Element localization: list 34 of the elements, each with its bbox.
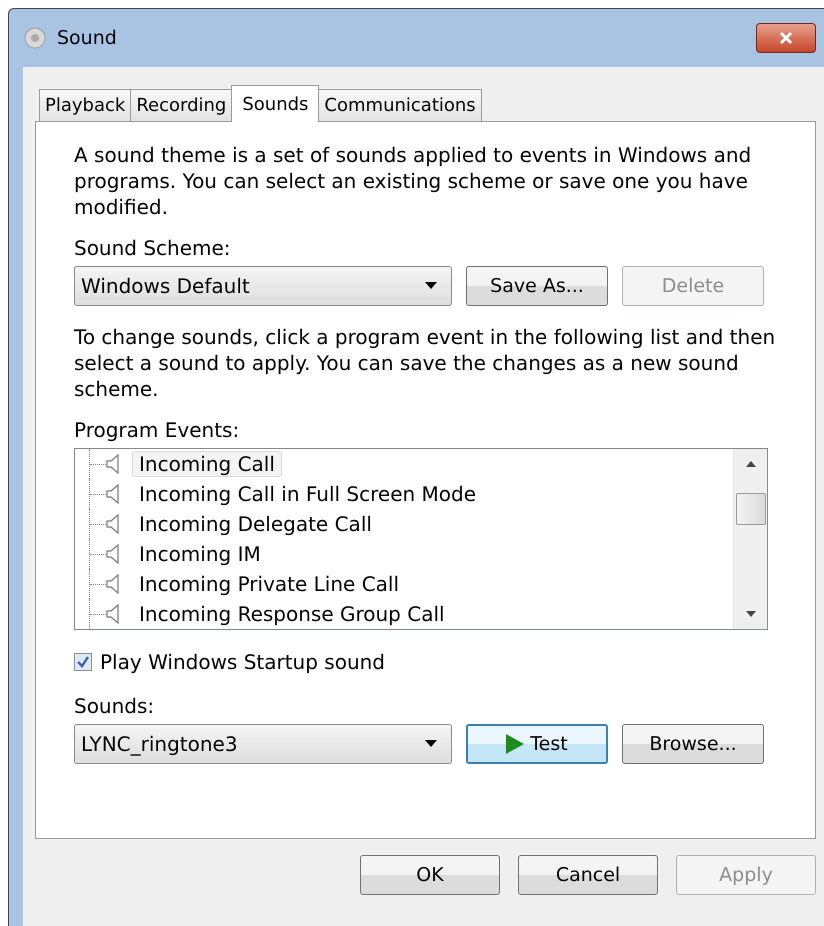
event-item[interactable]: Incoming Private Line Call [132,571,406,597]
test-button[interactable]: Test [466,724,608,764]
sounds-label: Sounds: [74,694,156,720]
checkbox-label: Play Windows Startup sound [100,650,385,674]
event-item[interactable]: Incoming IM [132,541,268,567]
tab[interactable]: Playback [39,89,132,121]
dropdown-arrow-icon [425,740,437,748]
scroll-up-icon[interactable] [746,461,756,467]
instruction-text: To change sounds, click a program event in the following list and then select a sound to apply. You can save the changes as a new sound scheme. [74,324,776,402]
scheme-label: Sound Scheme: [74,236,232,262]
event-item[interactable]: Incoming Call [132,451,282,477]
dialog-button[interactable]: Cancel [518,855,658,895]
close-button[interactable] [756,23,816,53]
tab[interactable]: Recording [130,89,232,121]
scroll-down-icon[interactable] [746,611,756,617]
dialog-button[interactable]: OK [360,855,500,895]
scheme-button[interactable]: Save As... [466,266,608,306]
dropdown-arrow-icon [425,282,437,290]
browse-button[interactable]: Browse... [622,724,764,764]
event-item[interactable]: Incoming Response Group Call [132,601,452,627]
scrollbar[interactable] [733,449,767,629]
window-title: Sound [57,27,117,49]
event-item[interactable]: Incoming Call in Full Screen Mode [132,481,484,507]
sound-dropdown[interactable]: LYNC_ringtone3 [74,724,452,764]
scrollbar-thumb[interactable] [736,493,766,525]
tab[interactable]: Sounds [231,85,320,122]
play-icon [506,734,524,754]
description-text: A sound theme is a set of sounds applied to events in Windows and programs. You can select an existing scheme or save one you have modified. [74,142,752,220]
checkbox[interactable] [74,653,92,671]
tab[interactable]: Communications [318,89,482,121]
scheme-dropdown[interactable]: Windows Default [74,266,452,306]
close-icon [777,31,795,45]
events-label: Program Events: [74,418,240,444]
event-item[interactable]: Incoming Delegate Call [132,511,379,537]
